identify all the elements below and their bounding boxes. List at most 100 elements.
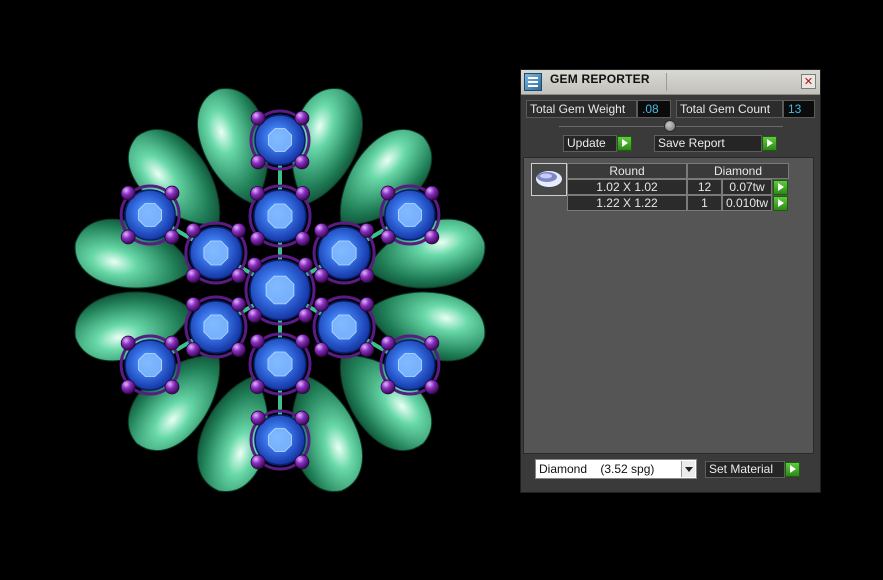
save-report-button[interactable]: Save Report [654,135,762,152]
prong-bead [359,268,375,284]
prong-bead [380,335,396,351]
prong-bead [424,379,440,395]
prong-bead [380,185,396,201]
gem-thumbnail[interactable] [531,163,567,196]
prong-bead [359,296,375,312]
prong-bead [164,379,180,395]
gem-list: Round Diamond 1.02 X 1.02 12 0.07tw 1.22… [523,157,814,454]
window-title: GEM REPORTER [550,72,650,86]
set-material-button[interactable]: Set Material [705,461,785,478]
prong-bead [250,454,266,470]
collapse-knob-icon[interactable] [664,120,676,132]
prong-bead [424,229,440,245]
gem-table-facet [268,428,292,452]
prong-bead [231,296,246,312]
prong-bead [295,231,311,247]
prong-bead [294,110,310,126]
close-icon[interactable]: ✕ [801,74,816,89]
gem-table-facet [267,351,293,377]
prong-bead [164,185,180,201]
prong-bead [294,410,310,426]
prong-bead [231,268,246,284]
row-select-play-icon[interactable] [773,180,788,195]
title-bar[interactable]: GEM REPORTER ✕ [521,70,820,95]
chevron-down-icon[interactable] [681,461,695,477]
prong-bead [314,296,329,312]
table-row-weight: 0.07tw [722,179,772,195]
total-gem-weight-value: .08 [637,100,671,118]
row-select-play-icon[interactable] [773,196,788,211]
gem-reporter-panel: GEM REPORTER ✕ Total Gem Weight .08 Tota… [520,69,821,493]
gem-table-facet [138,203,163,227]
prong-bead [250,154,266,170]
prong-bead [185,222,201,238]
table-row-count: 12 [687,179,722,195]
prong-bead [294,454,310,470]
prong-bead [120,229,136,245]
save-report-play-icon[interactable] [762,136,777,151]
set-material-play-icon[interactable] [785,462,800,477]
3d-viewport[interactable] [0,0,520,576]
prong-bead [185,296,201,312]
total-gem-count-value: 13 [783,100,815,118]
material-dropdown[interactable]: Diamond (3.52 spg) [535,459,697,479]
prong-bead [164,229,180,245]
table-row-size: 1.02 X 1.02 [567,179,687,195]
gem-table-facet [265,275,295,305]
prong-bead [120,185,136,201]
gem-table-facet [267,203,293,229]
prong-bead [249,185,265,201]
prong-bead [314,222,329,238]
prong-bead [424,335,440,351]
report-icon [524,73,542,91]
prong-bead [380,379,396,395]
table-row-count: 1 [687,195,722,211]
shape-header: Round [567,163,687,179]
gem-table-facet [331,240,357,266]
update-button[interactable]: Update [563,135,617,152]
prong-bead [298,257,313,272]
prong-bead [249,231,265,247]
prong-bead [247,257,262,272]
prong-bead [120,379,136,395]
jewelry-model [74,88,486,492]
table-row-weight: 0.010tw [722,195,772,211]
material-header: Diamond [687,163,789,179]
prong-bead [314,268,329,284]
prong-bead [185,268,201,284]
gem-table-facet [397,203,422,227]
prong-bead [250,110,266,126]
material-dropdown-value: Diamond (3.52 spg) [539,462,655,476]
gem-table-facet [331,314,357,340]
title-separator [666,73,667,91]
gem-table-facet [397,353,422,377]
prong-bead [249,379,265,395]
prong-bead [359,222,375,238]
table-row-size: 1.22 X 1.22 [567,195,687,211]
prong-bead [250,410,266,426]
prong-bead [380,229,396,245]
prong-bead [294,154,310,170]
prong-bead [295,333,311,349]
total-gem-count-label: Total Gem Count [676,100,783,118]
gem-table-facet [203,240,229,266]
prong-bead [164,335,180,351]
total-gem-weight-label: Total Gem Weight [526,100,637,118]
prong-bead [314,342,329,358]
prong-bead [298,308,313,323]
prong-bead [120,335,136,351]
gem-table-facet [203,314,229,340]
prong-bead [247,308,262,323]
prong-bead [359,342,375,358]
prong-bead [231,342,246,358]
prong-bead [424,185,440,201]
prong-bead [295,185,311,201]
prong-bead [185,342,201,358]
prong-bead [249,333,265,349]
update-play-icon[interactable] [617,136,632,151]
gem-table-facet [268,128,292,152]
prong-bead [231,222,246,238]
prong-bead [295,379,311,395]
round-gem-icon [536,171,562,187]
gem-table-facet [138,353,163,377]
